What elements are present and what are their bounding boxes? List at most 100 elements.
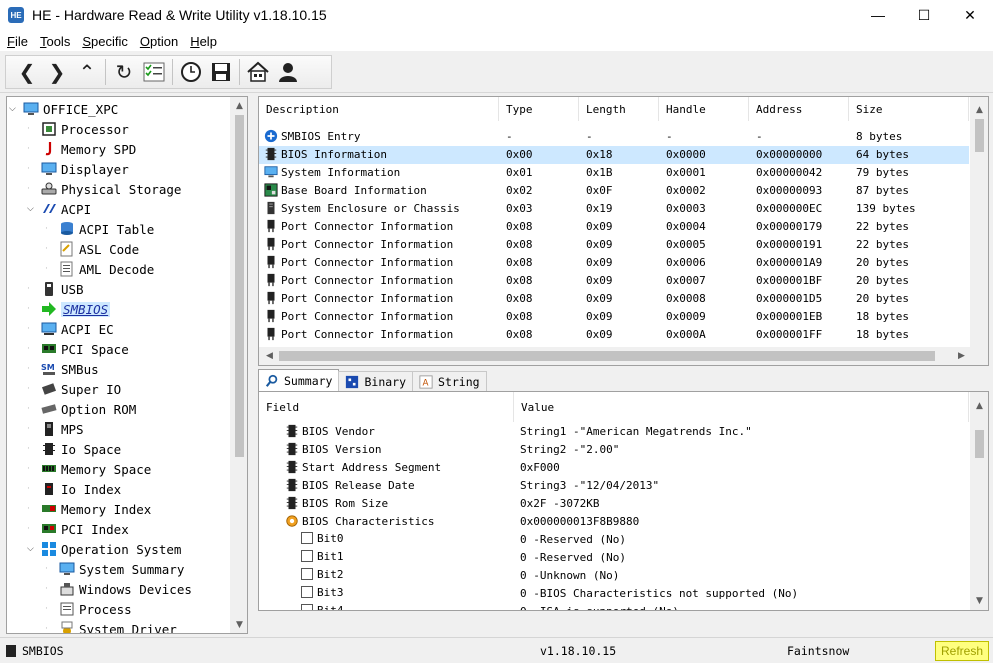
detail-row[interactable]: Bit4 0 -ISA is supported (No) [259, 603, 969, 610]
table-row[interactable]: SMBIOS Entry - - - - 8 bytes [259, 128, 969, 146]
detail-row[interactable]: Bit2 0 -Unknown (No) [259, 567, 969, 585]
column-header-handle[interactable]: Handle [659, 97, 749, 121]
tree-item-io-index[interactable]: · Io Index [27, 479, 121, 499]
table-row[interactable]: BIOS Information 0x00 0x18 0x0000 0x00000000… [259, 146, 969, 164]
column-header-type[interactable]: Type [499, 97, 579, 121]
scroll-thumb[interactable] [235, 115, 244, 457]
detail-row[interactable]: BIOS Version String2 -"2.00" [259, 441, 969, 459]
tree-item-memory-space[interactable]: · Memory Space [27, 459, 151, 479]
tree-item-system-driver[interactable]: · System Driver [45, 619, 177, 633]
home-button[interactable] [243, 57, 273, 87]
scroll-thumb[interactable] [975, 119, 984, 152]
detail-row[interactable]: Bit1 0 -Reserved (No) [259, 549, 969, 567]
column-header-length[interactable]: Length [579, 97, 659, 121]
tree-item-acpi[interactable]: ⌵ ACPI [27, 199, 91, 219]
forward-button[interactable]: ❯ [42, 57, 72, 87]
tree-item-process[interactable]: · Process [45, 599, 132, 619]
table-row[interactable]: Port Connector Information 0x08 0x09 0x0006… [259, 254, 969, 272]
column-header-description[interactable]: Description [259, 97, 499, 121]
table-row[interactable]: Port Connector Information 0x08 0x09 0x0009… [259, 308, 969, 326]
bit-checkbox[interactable] [301, 568, 313, 580]
bit-checkbox[interactable] [301, 550, 313, 562]
tree-item-acpi-ec[interactable]: · ACPI EC [27, 319, 114, 339]
scroll-up-arrow-icon[interactable]: ▲ [971, 101, 988, 118]
tab-string[interactable]: A String [412, 371, 487, 391]
detail-row[interactable]: Bit3 0 -BIOS Characteristics not supporte… [259, 585, 969, 603]
scroll-left-arrow-icon[interactable]: ◀ [261, 347, 278, 364]
menu-help[interactable]: Help [183, 34, 222, 49]
maximize-button[interactable]: ☐ [901, 0, 947, 31]
tree-item-usb[interactable]: · USB [27, 279, 84, 299]
table-row[interactable]: Port Connector Information 0x08 0x09 0x0007… [259, 272, 969, 290]
tree-item-io-space[interactable]: · Io Space [27, 439, 121, 459]
bit-checkbox[interactable] [301, 604, 313, 610]
menu-option[interactable]: Option [133, 34, 183, 49]
column-header-address[interactable]: Address [749, 97, 849, 121]
column-header-value[interactable]: Value [514, 392, 969, 422]
tree-item-acpi-table[interactable]: · ACPI Table [45, 219, 154, 239]
table-row[interactable]: Base Board Information 0x02 0x0F 0x0002 0x00… [259, 182, 969, 200]
collapse-icon[interactable]: ⌵ [9, 104, 19, 114]
up-button[interactable]: ⌃ [72, 57, 102, 87]
close-button[interactable]: ✕ [947, 0, 993, 31]
detail-row[interactable]: Start Address Segment 0xF000 [259, 459, 969, 477]
tree-item-smbus[interactable]: · SM SMBus [27, 359, 99, 379]
tab-summary[interactable]: Summary [258, 369, 340, 391]
tree-item-aml-decode[interactable]: · AML Decode [45, 259, 154, 279]
table-hscrollbar[interactable]: ◀ ▶ [259, 347, 988, 365]
scroll-thumb[interactable] [975, 430, 984, 458]
tree-item-super-io[interactable]: · Super IO [27, 379, 121, 399]
table-row[interactable]: System Information 0x01 0x1B 0x0001 0x000000… [259, 164, 969, 182]
table-vscrollbar[interactable]: ▲ [970, 97, 988, 347]
scroll-right-arrow-icon[interactable]: ▶ [953, 347, 970, 364]
detail-scrollbar[interactable]: ▲ ▼ [970, 392, 988, 610]
menu-specific[interactable]: Specific [75, 34, 133, 49]
scroll-up-arrow-icon[interactable]: ▲ [231, 97, 247, 114]
tree-item-windows-devices[interactable]: · Windows Devices [45, 579, 192, 599]
detail-row[interactable]: BIOS Rom Size 0x2F -3072KB [259, 495, 969, 513]
bit-checkbox[interactable] [301, 586, 313, 598]
tree-item-processor[interactable]: · Processor [27, 119, 129, 139]
clock-button[interactable] [176, 57, 206, 87]
table-row[interactable]: Port Connector Information 0x08 0x09 0x000A… [259, 326, 969, 344]
detail-row[interactable]: BIOS Vendor String1 -"American Megatrends… [259, 423, 969, 441]
table-row[interactable]: Port Connector Information 0x08 0x09 0x0008… [259, 290, 969, 308]
minimize-button[interactable]: — [855, 0, 901, 31]
tab-binary[interactable]: Binary [338, 371, 414, 391]
column-header-field[interactable]: Field [259, 392, 514, 422]
menu-tools[interactable]: Tools [33, 34, 75, 49]
detail-row[interactable]: Bit0 0 -Reserved (No) [259, 531, 969, 549]
tree-scrollbar[interactable]: ▲ ▼ [230, 97, 247, 633]
tree-item-mps[interactable]: · MPS [27, 419, 84, 439]
checklist-button[interactable] [139, 57, 169, 87]
menu-file[interactable]: File [0, 34, 33, 49]
tree-item-option-rom[interactable]: · Option ROM [27, 399, 136, 419]
detail-row[interactable]: BIOS Characteristics 0x000000013F8B9880 [259, 513, 969, 531]
table-row[interactable]: Port Connector Information 0x08 0x09 0x0004… [259, 218, 969, 236]
tree-item-system-summary[interactable]: · System Summary [45, 559, 184, 579]
scroll-down-arrow-icon[interactable]: ▼ [971, 592, 988, 609]
tree-item-memory-spd[interactable]: · Memory SPD [27, 139, 136, 159]
tree-item-memory-index[interactable]: · Memory Index [27, 499, 151, 519]
tree-item-smbios[interactable]: · SMBIOS [27, 299, 111, 319]
scroll-down-arrow-icon[interactable]: ▼ [231, 616, 247, 633]
tree-item-pci-index[interactable]: · PCI Index [27, 519, 129, 539]
tree-item-operation-system[interactable]: ⌵ Operation System [27, 539, 181, 559]
refresh-status-button[interactable]: Refresh [935, 641, 989, 661]
scroll-up-arrow-icon[interactable]: ▲ [971, 397, 988, 414]
column-header-size[interactable]: Size [849, 97, 969, 121]
back-button[interactable]: ❮ [12, 57, 42, 87]
tree-root[interactable]: ⌵ OFFICE_XPC [9, 99, 118, 119]
refresh-button[interactable]: ↻ [109, 57, 139, 87]
scroll-thumb[interactable] [279, 351, 935, 361]
tree-item-asl-code[interactable]: · ASL Code [45, 239, 139, 259]
tree-item-physical-storage[interactable]: · Physical Storage [27, 179, 181, 199]
collapse-icon[interactable]: ⌵ [27, 544, 37, 554]
detail-row[interactable]: BIOS Release Date String3 -"12/04/2013" [259, 477, 969, 495]
user-button[interactable] [273, 57, 303, 87]
tree-item-displayer[interactable]: · Displayer [27, 159, 129, 179]
table-row[interactable]: Port Connector Information 0x08 0x09 0x0005… [259, 236, 969, 254]
save-button[interactable] [206, 57, 236, 87]
table-row[interactable]: System Enclosure or Chassis 0x03 0x19 0x000… [259, 200, 969, 218]
collapse-icon[interactable]: ⌵ [27, 204, 37, 214]
